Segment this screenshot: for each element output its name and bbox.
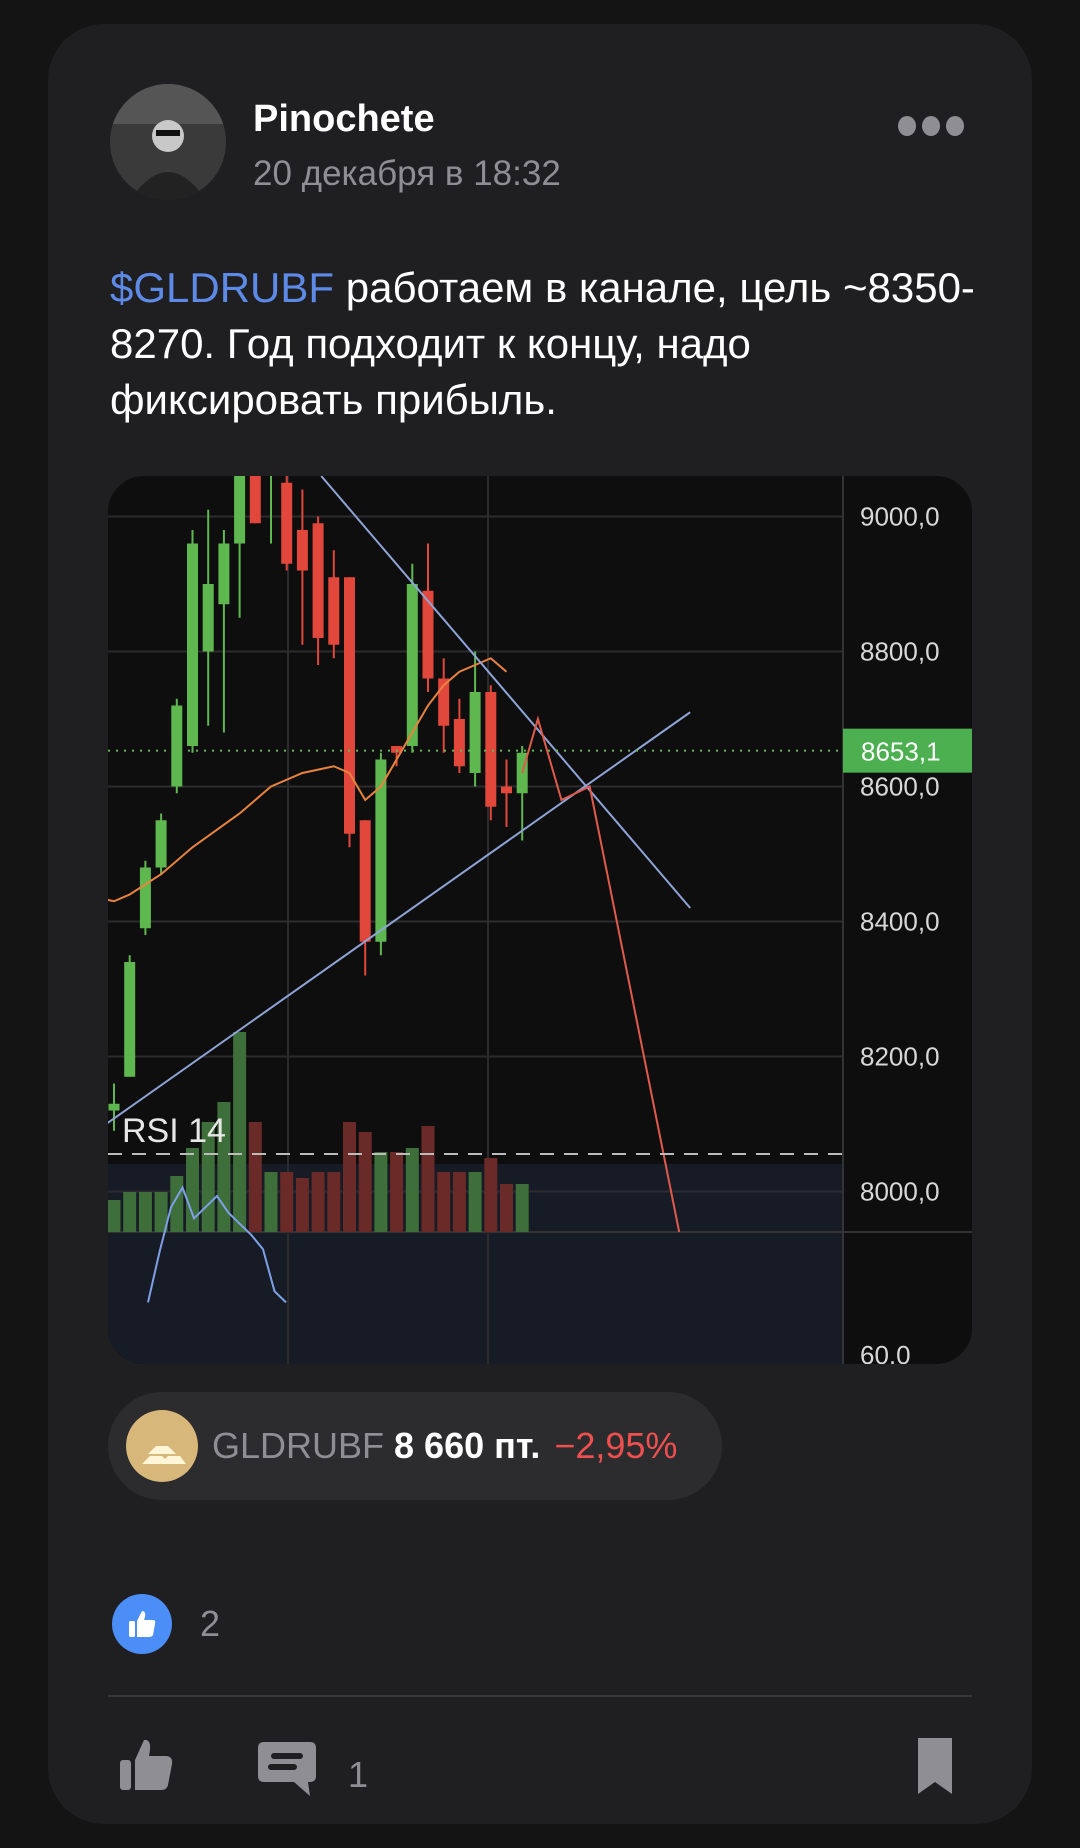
volume-bar xyxy=(500,1184,513,1232)
chart-svg: 8653,1 9000,0 8800,0 8600,0 8400,0 8200,0 8000… xyxy=(108,476,972,1364)
candle-body xyxy=(249,476,261,524)
candle-body xyxy=(406,584,418,746)
volume-bar xyxy=(108,1200,121,1232)
avatar[interactable] xyxy=(110,84,226,200)
candle-body xyxy=(155,820,167,868)
volume-bar xyxy=(358,1132,372,1232)
volume-bar xyxy=(123,1192,137,1232)
volume-bar xyxy=(280,1172,294,1232)
volume-bar xyxy=(248,1122,262,1232)
action-bar: 1 xyxy=(48,1724,1032,1814)
comment-icon xyxy=(258,1742,316,1796)
post-card: Pinochete 20 декабря в 18:32 $GLDRUBF ра… xyxy=(48,24,1032,1824)
rsi-label: RSI 14 xyxy=(122,1112,226,1150)
like-button[interactable] xyxy=(116,1736,176,1801)
more-options-icon[interactable] xyxy=(898,116,964,136)
candle-body xyxy=(469,692,481,773)
volume-bar xyxy=(264,1172,278,1232)
volume-bar xyxy=(138,1192,152,1232)
volume-bar xyxy=(452,1172,466,1232)
instrument-ticker: GLDRUBF xyxy=(212,1425,385,1466)
price-axis-label: 8800,0 xyxy=(860,637,940,667)
candle-body xyxy=(312,523,324,638)
gold-bars-icon xyxy=(126,1410,198,1482)
price-axis-label: 8400,0 xyxy=(860,907,940,937)
candle-body xyxy=(108,1103,120,1111)
author-name[interactable]: Pinochete xyxy=(253,98,435,141)
price-axis-label: 8200,0 xyxy=(860,1042,940,1072)
candle-body xyxy=(296,530,308,571)
price-axis-label: 8000,0 xyxy=(860,1177,940,1207)
volume-bar xyxy=(390,1152,404,1232)
candle-body xyxy=(328,577,340,645)
candle-body xyxy=(234,476,246,544)
volume-bar xyxy=(484,1158,498,1232)
candle-body xyxy=(218,543,230,605)
rsi-axis-label: 60,0 xyxy=(860,1340,911,1364)
candle-body xyxy=(139,867,151,929)
price-axis-label: 9000,0 xyxy=(860,502,940,532)
like-reaction-icon xyxy=(112,1594,172,1654)
candle-body xyxy=(187,543,198,746)
ticker-link[interactable]: $GLDRUBF xyxy=(110,264,334,311)
current-price-label: 8653,1 xyxy=(861,737,941,767)
post-text: $GLDRUBF работаем в канале, цель ~8350-8… xyxy=(110,260,990,428)
candle-body xyxy=(422,590,434,679)
divider xyxy=(108,1695,972,1697)
candle-body xyxy=(344,577,355,834)
volume-bar xyxy=(343,1122,356,1232)
avatar-image xyxy=(110,84,226,200)
reactions-summary[interactable]: 2 xyxy=(112,1594,220,1654)
volume-bar xyxy=(437,1172,451,1232)
bookmark-button[interactable] xyxy=(914,1736,956,1801)
candle-body xyxy=(281,482,293,564)
reaction-count: 2 xyxy=(200,1603,221,1644)
candle-body xyxy=(202,584,214,652)
bookmark-icon xyxy=(918,1738,952,1794)
chart-image[interactable]: 8653,1 9000,0 8800,0 8600,0 8400,0 8200,0 8000… xyxy=(108,476,972,1364)
comment-count: 1 xyxy=(348,1754,369,1795)
instrument-chip[interactable]: GLDRUBF 8 660 пт. −2,95% xyxy=(108,1392,722,1500)
post-date: 20 декабря в 18:32 xyxy=(253,154,561,193)
instrument-price: 8 660 пт. xyxy=(394,1425,541,1466)
volume-bar xyxy=(468,1172,482,1232)
price-axis-label: 8600,0 xyxy=(860,772,940,802)
volume-bar xyxy=(421,1126,435,1232)
volume-bar xyxy=(374,1152,388,1232)
comment-button[interactable] xyxy=(254,1736,320,1805)
volume-bar xyxy=(327,1172,341,1232)
thumbs-up-icon xyxy=(120,1739,173,1790)
volume-bar xyxy=(515,1184,529,1232)
volume-bar xyxy=(311,1172,325,1232)
candle-body xyxy=(485,692,497,807)
candle-body xyxy=(453,719,465,767)
candle-body xyxy=(171,705,183,787)
volume-bar xyxy=(233,1032,247,1232)
volume-bar xyxy=(295,1178,309,1232)
volume-bar xyxy=(186,1148,199,1232)
candle-body xyxy=(124,962,136,1077)
volume-bar xyxy=(405,1148,419,1232)
candle-body xyxy=(501,786,512,794)
candle-body xyxy=(359,820,371,942)
instrument-change: −2,95% xyxy=(554,1425,678,1466)
